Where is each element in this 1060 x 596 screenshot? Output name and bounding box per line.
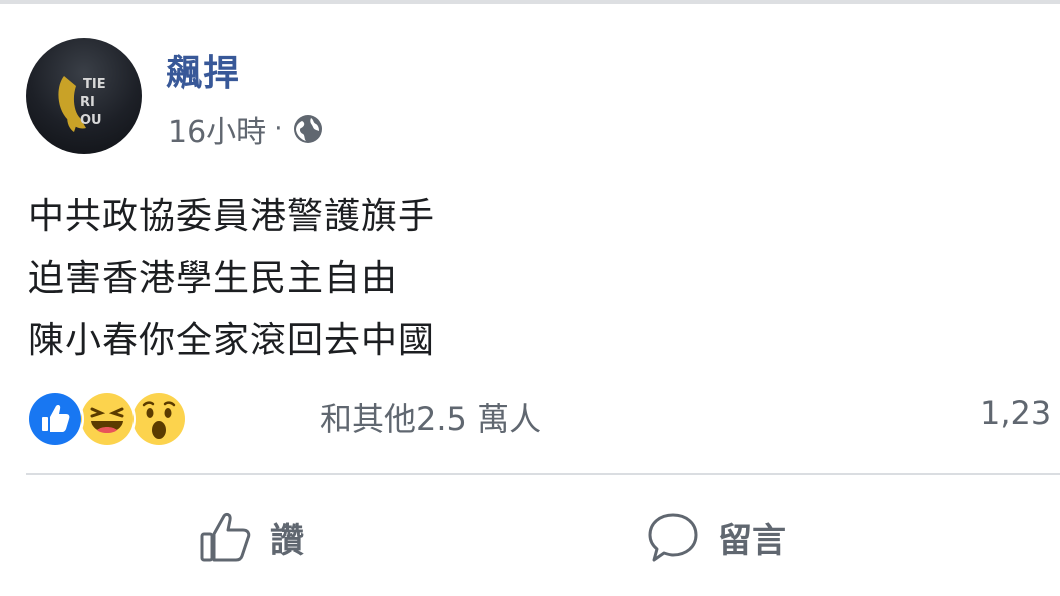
post-line: 中共政協委員港警護旗手 [28, 196, 436, 237]
like-button-label: 讚 [270, 520, 304, 561]
avatar-logo-art: TIE RI OU [58, 76, 106, 132]
globe-icon[interactable] [292, 113, 324, 145]
meta-separator: · [274, 114, 283, 144]
reaction-icons[interactable] [26, 390, 188, 448]
comment-button[interactable]: 留言 [646, 500, 786, 574]
svg-text:TIE: TIE [83, 77, 106, 92]
svg-text:OU: OU [80, 113, 102, 128]
post-top-border [0, 0, 1060, 4]
like-button[interactable]: 讚 [198, 500, 304, 574]
comment-button-label: 留言 [718, 520, 786, 561]
post-line: 迫害香港學生民主自由 [28, 258, 399, 299]
comment-bubble-icon [648, 513, 698, 562]
reaction-summary[interactable]: 和其他2.5 萬人 [320, 394, 541, 440]
wow-reaction-icon [130, 390, 188, 448]
post-body: 中共政協委員港警護旗手 迫害香港學生民主自由 陳小春你全家滾回去中國 [28, 186, 435, 372]
haha-reaction-icon [78, 390, 136, 448]
like-reaction-icon [26, 390, 84, 448]
author-avatar[interactable]: TIE RI OU [26, 38, 142, 154]
post-timestamp[interactable]: 16小時 [168, 107, 266, 151]
comment-count[interactable]: 1,23 [980, 394, 1051, 432]
post-meta: 16小時 · [168, 108, 324, 150]
svg-text:RI: RI [80, 95, 95, 110]
thumbs-up-icon [200, 512, 251, 562]
actions-divider [26, 473, 1060, 475]
post-line: 陳小春你全家滾回去中國 [28, 320, 436, 361]
author-name-link[interactable]: 飆捍 [166, 44, 240, 96]
